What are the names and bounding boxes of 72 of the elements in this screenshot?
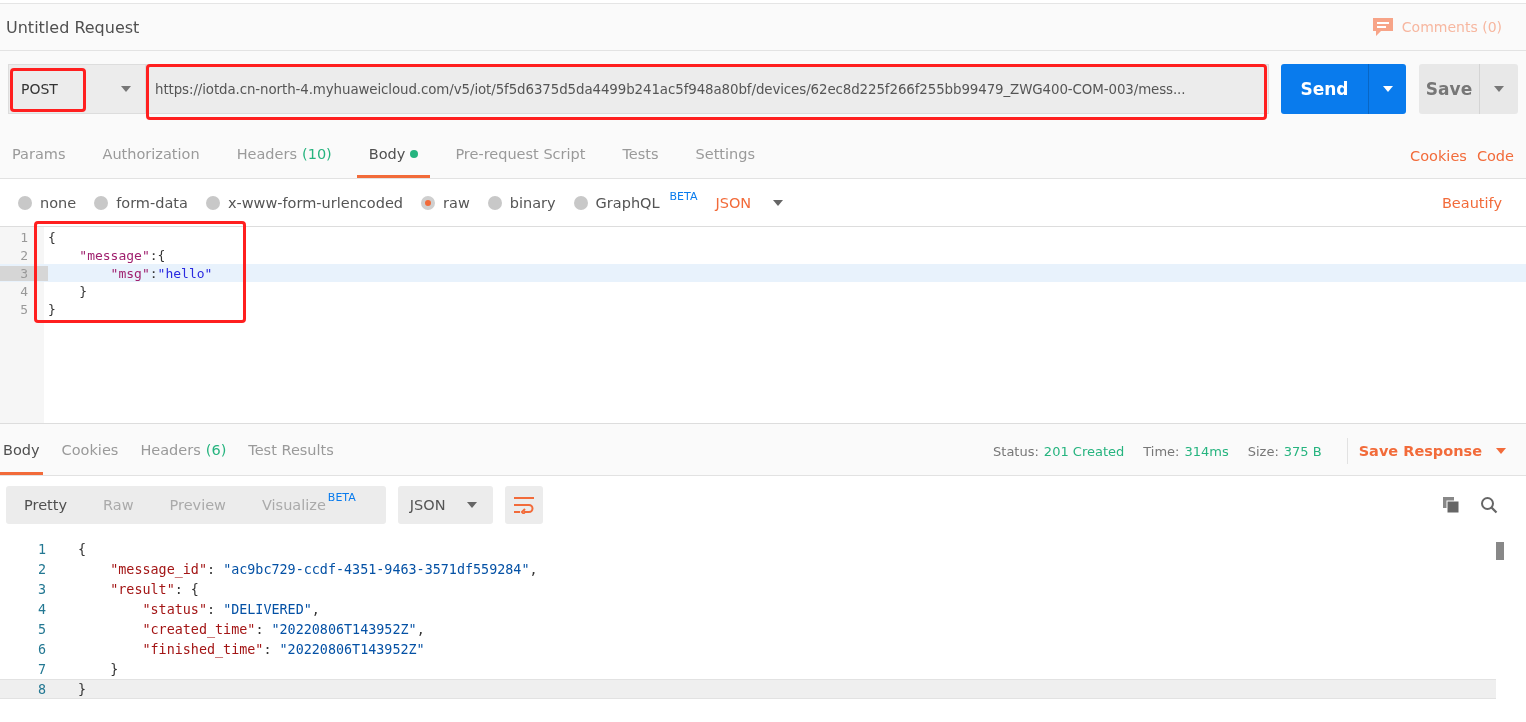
meta-label: Status: — [993, 443, 1039, 459]
line-number: 5 — [19, 301, 29, 317]
body-type-radio[interactable]: x-www-form-urlencoded — [205, 194, 404, 211]
header-link[interactable]: Code — [1476, 147, 1514, 164]
response-tab[interactable]: Cookies — [58, 427, 122, 475]
scrollbar-thumb[interactable] — [1496, 542, 1504, 560]
line-number: 3 — [0, 265, 48, 281]
code-line: "message_id": "ac9bc729-ccdf-4351-9463-3571df559284", — [109, 561, 538, 577]
code-line: "status": "DELIVERED", — [141, 601, 320, 617]
code-line: } — [78, 681, 87, 697]
line-number: 3 — [36, 581, 47, 597]
save-response-button[interactable]: Save Response — [1358, 443, 1506, 459]
line-number: 5 — [36, 621, 47, 637]
line-number: 2 — [19, 247, 29, 263]
line-number: 4 — [19, 283, 29, 299]
line-number: 8 — [36, 681, 47, 697]
view-mode-tab[interactable]: Visualize$^{BETA}$ — [244, 486, 374, 524]
meta-value: 375 B — [1283, 443, 1322, 459]
tab-count: (6) — [205, 441, 227, 458]
line-number: 6 — [36, 641, 47, 657]
comments-button[interactable]: Comments (0) — [1371, 17, 1502, 37]
method-dropdown[interactable]: POST — [8, 64, 146, 114]
view-mode-tab[interactable]: Raw — [85, 486, 152, 524]
meta-value: 314ms — [1184, 443, 1229, 459]
request-tab[interactable]: Params — [0, 133, 78, 178]
code-line: "result": { — [109, 581, 199, 597]
comment-icon — [1371, 17, 1394, 37]
wrap-lines-icon — [513, 496, 536, 514]
request-tab[interactable]: Pre-request Script — [443, 133, 598, 178]
code-line: } — [109, 661, 119, 677]
caret-icon — [773, 199, 784, 206]
wrap-lines-button[interactable] — [505, 486, 544, 524]
line-number: 4 — [36, 601, 47, 617]
line-number: 1 — [36, 541, 47, 557]
code-line: "created_time": "20220806T143952Z", — [141, 621, 425, 637]
line-number: 2 — [36, 561, 47, 577]
response-tab[interactable]: Test Results — [245, 427, 337, 475]
request-title: Untitled Request — [6, 17, 140, 37]
line-number: 1 — [19, 229, 29, 245]
beautify-link[interactable]: Beautify — [1441, 194, 1502, 211]
meta-label: Size: — [1247, 443, 1279, 459]
url-field[interactable]: https://iotda.cn-north-4.myhuaweicloud.com/v5/iot/5f5d6375d5da4499b241ac5f948a80bf/devices/62ec8d225f266f255bb99479_ZWG400-COM-003/mess... — [146, 64, 1269, 114]
format-dropdown[interactable]: JSON — [715, 194, 784, 211]
meta-label: Time: — [1143, 443, 1180, 459]
code-line: } — [48, 301, 56, 317]
body-type-radio[interactable]: none — [18, 194, 77, 211]
code-line: "finished_time": "20220806T143952Z" — [141, 641, 425, 657]
view-mode-tab[interactable]: Preview — [151, 486, 244, 524]
code-line: } — [78, 283, 88, 299]
caret-icon — [1382, 86, 1393, 92]
body-type-radio[interactable]: raw — [421, 194, 470, 211]
code-line: "message":{ — [78, 247, 166, 263]
caret-icon — [467, 502, 478, 508]
header-link[interactable]: Cookies — [1410, 147, 1467, 164]
line-number: 7 — [36, 661, 47, 677]
meta-value: 201 Created — [1043, 443, 1125, 459]
caret-icon — [1496, 448, 1506, 454]
request-tab[interactable]: Settings — [683, 133, 768, 178]
body-type-radio[interactable]: binary — [487, 194, 556, 211]
response-tab[interactable]: Headers (6) — [137, 427, 230, 475]
view-mode-tab[interactable]: Pretty — [6, 486, 85, 524]
code-line: { — [48, 229, 56, 245]
format-dropdown[interactable]: JSON — [397, 486, 494, 524]
request-tab[interactable]: Authorization — [90, 133, 212, 178]
caret-icon — [121, 86, 131, 92]
request-tab[interactable]: Headers (10) — [224, 133, 344, 178]
tab-count: (10) — [302, 146, 332, 162]
code-line: { — [78, 541, 87, 557]
request-tab[interactable]: Tests — [610, 133, 671, 178]
body-type-radio[interactable]: form-data — [94, 194, 188, 211]
code-line: "msg":"hello" — [109, 265, 213, 281]
caret-icon — [1494, 86, 1504, 92]
